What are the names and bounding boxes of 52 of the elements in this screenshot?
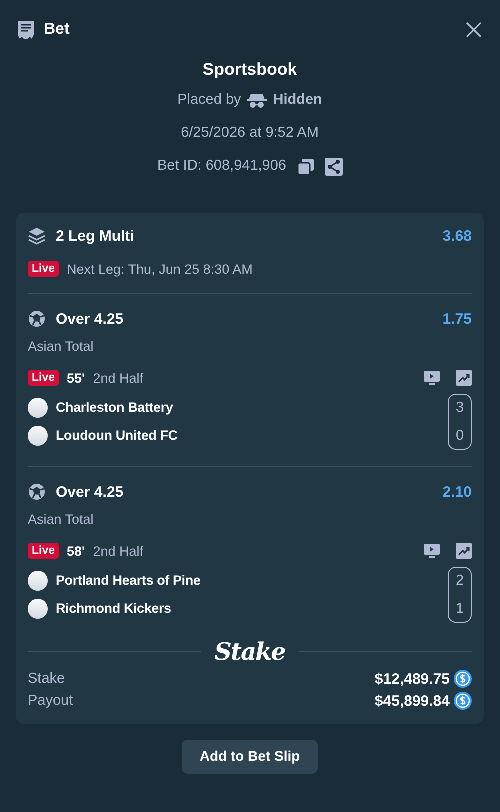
team-logo-icon bbox=[28, 599, 48, 619]
team-name: Loudoun United FC bbox=[56, 427, 178, 445]
dollar-coin-icon bbox=[454, 692, 472, 710]
dollar-coin-icon bbox=[454, 670, 472, 688]
live-badge: Live bbox=[28, 370, 60, 386]
match-period: 2nd Half bbox=[93, 544, 144, 558]
close-button[interactable] bbox=[466, 22, 482, 38]
team-name: Portland Hearts of Pine bbox=[56, 572, 201, 590]
bet-source: Sportsbook bbox=[202, 59, 298, 81]
match-minute: 55' bbox=[67, 370, 86, 386]
placed-by-label: Placed by bbox=[178, 91, 242, 110]
live-badge: Live bbox=[28, 543, 60, 559]
match-minute: 58' bbox=[67, 544, 86, 558]
selection-odds: 1.75 bbox=[442, 310, 472, 328]
market-name: Asian Total bbox=[28, 512, 94, 527]
total-amount: $45,899.84 bbox=[374, 692, 450, 710]
live-stream-button[interactable] bbox=[424, 544, 440, 558]
placed-by-user: Hidden bbox=[273, 91, 322, 110]
bet-type: 2 Leg Multi bbox=[56, 228, 134, 244]
total-odds: 3.68 bbox=[442, 228, 472, 244]
selection-name: Over 4.25 bbox=[56, 310, 124, 328]
soccer-ball-icon bbox=[28, 483, 46, 501]
team-logo-icon bbox=[28, 398, 48, 418]
team-name: Charleston Battery bbox=[56, 399, 174, 417]
soccer-ball-icon bbox=[28, 310, 46, 328]
selection-name: Over 4.25 bbox=[56, 484, 124, 500]
selection-odds: 2.10 bbox=[442, 484, 472, 500]
share-button[interactable] bbox=[324, 158, 342, 176]
team-name: Richmond Kickers bbox=[56, 600, 172, 618]
match-period: 2nd Half bbox=[93, 370, 144, 386]
stats-button[interactable] bbox=[456, 370, 472, 386]
team-logo-icon bbox=[28, 571, 48, 591]
total-label: Stake bbox=[28, 671, 66, 687]
layers-icon bbox=[28, 227, 46, 245]
panel-title: Bet bbox=[44, 21, 70, 39]
live-badge: Live bbox=[28, 261, 60, 277]
stats-button[interactable] bbox=[456, 543, 472, 559]
bet-date: 6/25/2026 at 9:52 AM bbox=[181, 124, 319, 143]
market-name: Asian Total bbox=[28, 339, 94, 354]
brand-logo: Stake bbox=[214, 637, 286, 666]
receipt-icon bbox=[16, 20, 36, 40]
live-stream-button[interactable] bbox=[424, 370, 440, 386]
total-label: Payout bbox=[28, 693, 74, 709]
total-amount: $12,489.75 bbox=[374, 670, 450, 688]
score-box: 2 1 bbox=[448, 567, 472, 623]
next-leg-time: Next Leg: Thu, Jun 25 8:30 AM bbox=[67, 262, 253, 276]
score-box: 3 0 bbox=[448, 394, 472, 450]
copy-button[interactable] bbox=[296, 158, 314, 176]
add-to-bet-slip-button[interactable]: Add to Bet Slip bbox=[182, 740, 318, 774]
team-logo-icon bbox=[28, 426, 48, 446]
bet-id: Bet ID: 608,941,906 bbox=[158, 157, 286, 176]
incognito-icon bbox=[247, 92, 268, 108]
